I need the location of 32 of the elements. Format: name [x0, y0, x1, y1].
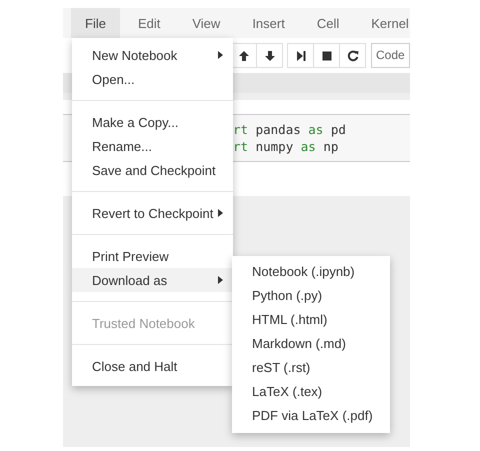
arrow-up-icon: [238, 50, 250, 62]
menu-item[interactable]: Print Preview: [72, 244, 233, 268]
menu-item[interactable]: New Notebook: [72, 43, 233, 67]
menu-tab[interactable]: Cell: [302, 8, 354, 38]
arrow-down-icon: [264, 50, 276, 62]
menu-item[interactable]: Close and Halt: [72, 354, 233, 378]
menu-item[interactable]: Python (.py): [232, 284, 390, 308]
toolbar-button[interactable]: [313, 43, 340, 68]
toolbar-button[interactable]: [287, 43, 314, 68]
stop-icon: [320, 50, 332, 62]
menu-tab[interactable]: Edit: [124, 8, 174, 38]
restart-icon: [346, 50, 358, 62]
menu-item[interactable]: Revert to Checkpoint: [72, 201, 233, 225]
menu-item[interactable]: PDF via LaTeX (.pdf): [232, 404, 390, 428]
menu-item[interactable]: Notebook (.ipynb): [232, 260, 390, 284]
code-line: rt numpy as np: [233, 138, 340, 155]
menu-item[interactable]: LaTeX (.tex): [232, 380, 390, 404]
menu-item[interactable]: Open...: [72, 67, 233, 91]
menu-tab[interactable]: View: [178, 8, 234, 38]
menu-tab[interactable]: File: [71, 8, 120, 38]
code-line: rt pandas as pd: [233, 121, 347, 138]
step-forward-icon: [294, 50, 306, 62]
menu-tab[interactable]: Kernel: [357, 8, 410, 38]
cell-type-dropdown[interactable]: Code: [371, 43, 410, 68]
menu-item[interactable]: Download as: [72, 268, 233, 292]
menu-tab[interactable]: Insert: [238, 8, 299, 38]
toolbar-button[interactable]: [256, 43, 283, 68]
toolbar-button[interactable]: [339, 43, 366, 68]
menu-item[interactable]: reST (.rst): [232, 356, 390, 380]
menu-item[interactable]: HTML (.html): [232, 308, 390, 332]
menu-item[interactable]: Rename...: [72, 134, 233, 158]
menu-item[interactable]: Markdown (.md): [232, 332, 390, 356]
